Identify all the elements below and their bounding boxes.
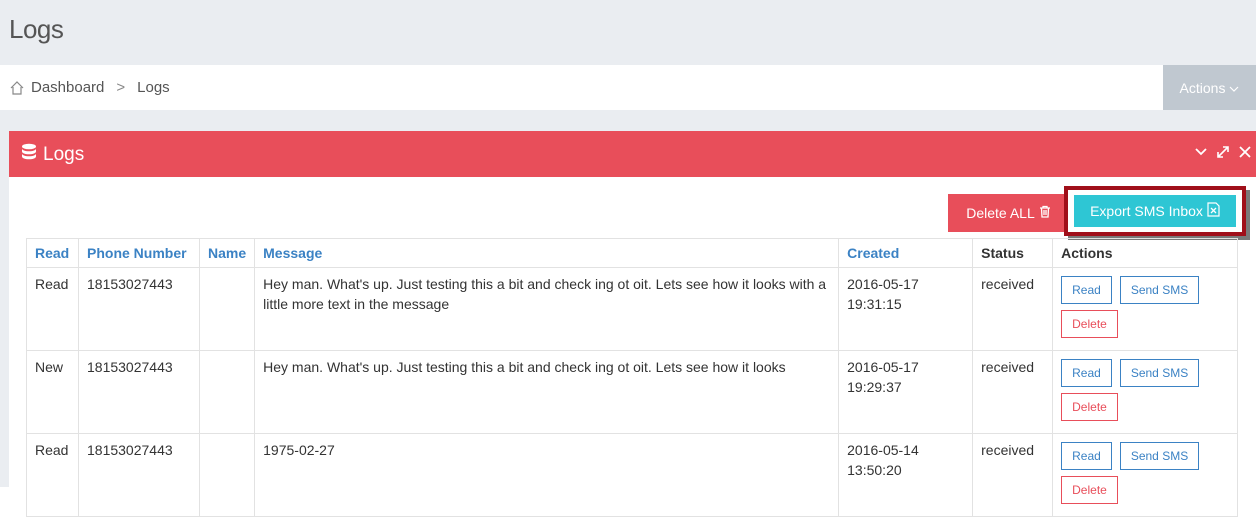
cell-name	[198, 267, 256, 351]
export-label: Export SMS Inbox	[1090, 203, 1203, 219]
chevron-down-icon	[1229, 80, 1239, 96]
panel-title-text: Logs	[43, 144, 85, 165]
delete-button[interactable]: Delete	[1061, 310, 1118, 338]
created-time: 19:29:37	[847, 379, 902, 395]
header-actions: Actions	[1052, 238, 1239, 268]
table-row: New 18153027443 Hey man. What's up. Just…	[26, 350, 1239, 434]
read-button[interactable]: Read	[1061, 359, 1112, 387]
header-created[interactable]: Created	[838, 238, 974, 268]
panel-title: Logs	[19, 142, 84, 168]
cell-name	[198, 433, 256, 517]
logs-panel: Logs Delete ALL Export SMS Inbox Read Ph…	[9, 131, 1256, 517]
cell-name	[198, 350, 256, 434]
created-time: 13:50:20	[847, 462, 902, 478]
cell-message: Hey man. What's up. Just testing this a …	[254, 350, 840, 434]
send-sms-button[interactable]: Send SMS	[1119, 359, 1200, 387]
export-highlight: Export SMS Inbox	[1064, 186, 1246, 236]
created-time: 19:31:15	[847, 296, 902, 312]
delete-button[interactable]: Delete	[1061, 476, 1118, 504]
header-phone-number[interactable]: Phone Number	[78, 238, 200, 268]
table-header-row: Read Phone Number Name Message Created S…	[26, 238, 1239, 268]
cell-actions: Read Send SMS Delete	[1052, 350, 1239, 434]
send-sms-button[interactable]: Send SMS	[1119, 276, 1200, 304]
expand-icon[interactable]	[1216, 145, 1230, 159]
cell-created: 2016-05-17 19:31:15	[838, 267, 974, 351]
cell-phone: 18153027443	[78, 433, 200, 517]
header-message[interactable]: Message	[254, 238, 840, 268]
close-icon[interactable]	[1238, 145, 1252, 159]
cell-read: New	[26, 350, 79, 434]
actions-dropdown-label: Actions	[1179, 79, 1226, 96]
cell-message: 1975-02-27	[254, 433, 840, 517]
read-button[interactable]: Read	[1061, 276, 1112, 304]
send-sms-button[interactable]: Send SMS	[1119, 442, 1200, 470]
cell-message: Hey man. What's up. Just testing this a …	[254, 267, 840, 351]
cell-actions: Read Send SMS Delete	[1052, 267, 1239, 351]
breadcrumb-dashboard[interactable]: Dashboard	[31, 79, 104, 96]
created-date: 2016-05-17	[847, 276, 919, 292]
cell-status: received	[972, 267, 1054, 351]
cell-read: Read	[26, 267, 79, 351]
cell-created: 2016-05-14 13:50:20	[838, 433, 974, 517]
breadcrumb-bar: Dashboard > Logs	[0, 65, 1256, 110]
created-date: 2016-05-17	[847, 359, 919, 375]
header-status: Status	[972, 238, 1054, 268]
trash-icon	[1039, 205, 1051, 221]
delete-button[interactable]: Delete	[1061, 393, 1118, 421]
cell-read: Read	[26, 433, 79, 517]
logs-table: Read Phone Number Name Message Created S…	[26, 238, 1239, 517]
excel-file-icon	[1207, 202, 1220, 220]
cell-status: received	[972, 433, 1054, 517]
panel-tools	[1194, 145, 1252, 159]
cell-actions: Read Send SMS Delete	[1052, 433, 1239, 517]
page-title: Logs	[9, 14, 64, 44]
panel-header: Logs	[9, 131, 1256, 177]
cell-phone: 18153027443	[78, 350, 200, 434]
database-icon	[19, 142, 39, 168]
breadcrumb-logs: Logs	[137, 79, 170, 96]
export-sms-inbox-button[interactable]: Export SMS Inbox	[1074, 195, 1236, 227]
table-row: Read 18153027443 1975-02-27 2016-05-14 1…	[26, 433, 1239, 517]
chevron-down-icon[interactable]	[1194, 145, 1208, 159]
cell-status: received	[972, 350, 1054, 434]
breadcrumb: Dashboard > Logs	[9, 79, 170, 96]
header-read[interactable]: Read	[26, 238, 79, 268]
created-date: 2016-05-14	[847, 442, 919, 458]
cell-phone: 18153027443	[78, 267, 200, 351]
delete-all-label: Delete ALL	[966, 205, 1035, 221]
actions-dropdown[interactable]: Actions	[1163, 65, 1256, 110]
home-icon[interactable]	[9, 80, 25, 96]
page: Logs Dashboard > Logs Actions Logs Delet…	[0, 0, 1256, 517]
read-button[interactable]: Read	[1061, 442, 1112, 470]
breadcrumb-separator: >	[116, 79, 126, 96]
table-row: Read 18153027443 Hey man. What's up. Jus…	[26, 267, 1239, 351]
cell-created: 2016-05-17 19:29:37	[838, 350, 974, 434]
header-name[interactable]: Name	[198, 238, 256, 268]
delete-all-button[interactable]: Delete ALL	[948, 194, 1069, 232]
